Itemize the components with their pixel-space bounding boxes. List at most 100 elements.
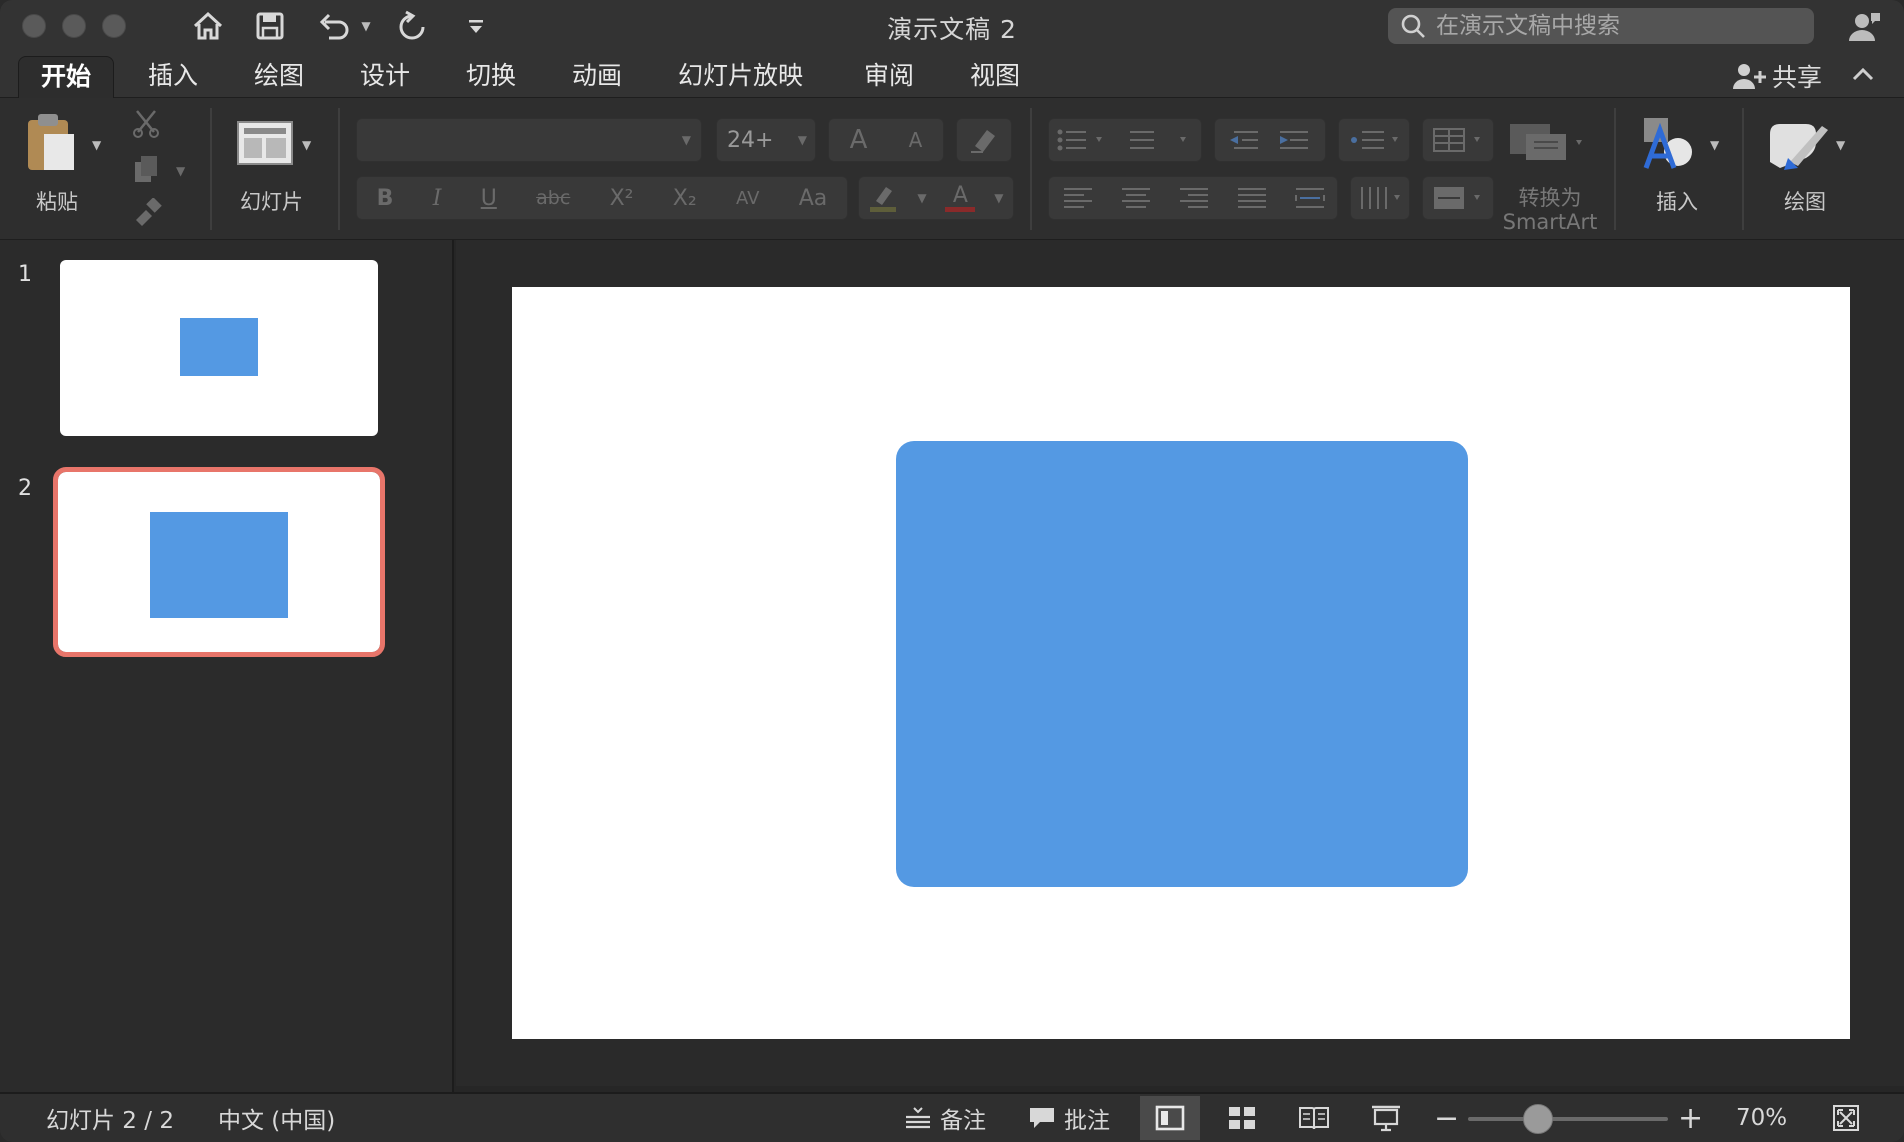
ribbon-separator xyxy=(338,108,340,230)
zoom-slider[interactable] xyxy=(1468,1117,1668,1121)
line-spacing-icon[interactable] xyxy=(1338,118,1410,162)
underline-button[interactable]: U xyxy=(481,186,497,211)
zoom-out-button[interactable]: − xyxy=(1434,1094,1459,1142)
collapse-ribbon-chevron-icon[interactable] xyxy=(1848,56,1878,92)
cut-icon[interactable] xyxy=(132,108,160,142)
format-painter-icon[interactable] xyxy=(132,197,162,230)
close-window-button[interactable] xyxy=(22,14,46,38)
copy-icon[interactable] xyxy=(132,154,160,188)
copy-dropdown-chevron-icon[interactable]: ▼ xyxy=(176,164,185,178)
search-box[interactable] xyxy=(1388,8,1814,44)
highlight-icon[interactable] xyxy=(868,183,898,213)
fit-to-window-icon[interactable] xyxy=(1816,1096,1876,1140)
ribbon-separator xyxy=(1030,108,1032,230)
change-case-button[interactable]: Aa xyxy=(799,186,828,211)
font-size-dropdown-chevron-icon[interactable]: ▼ xyxy=(798,133,807,147)
shapes-icon xyxy=(1643,118,1692,169)
slide-label: 幻灯片 xyxy=(240,190,303,214)
paste-label: 粘贴 xyxy=(36,190,78,214)
undo-dropdown-chevron-icon[interactable]: ▼ xyxy=(356,8,376,44)
slide-counter: 幻灯片 2 / 2 xyxy=(46,1108,174,1134)
superscript-button[interactable]: X² xyxy=(610,186,634,211)
clear-formatting-icon[interactable] xyxy=(956,118,1012,162)
insert-dropdown-chevron-icon[interactable]: ▼ xyxy=(1710,138,1719,152)
font-size-value: 24+ xyxy=(727,127,774,153)
align-center-icon xyxy=(1122,188,1150,208)
zoom-window-button[interactable] xyxy=(102,14,126,38)
draw-button[interactable] xyxy=(1766,118,1830,174)
character-spacing-button[interactable]: AV xyxy=(736,188,759,209)
zoom-in-button[interactable]: + xyxy=(1678,1094,1703,1142)
tab-view[interactable]: 视图 xyxy=(948,56,1042,98)
normal-view-icon[interactable] xyxy=(1140,1096,1200,1140)
insert-shapes-button[interactable] xyxy=(1640,116,1702,174)
ribbon-separator xyxy=(1742,108,1744,230)
reading-view-icon[interactable] xyxy=(1284,1096,1344,1140)
slide-canvas[interactable] xyxy=(512,287,1850,1039)
columns-icon[interactable] xyxy=(1422,118,1494,162)
italic-button[interactable]: I xyxy=(433,186,442,211)
share-button[interactable]: 共享 xyxy=(1732,58,1822,94)
insert-label: 插入 xyxy=(1656,190,1698,214)
thumbnail-shape xyxy=(180,318,258,376)
account-icon[interactable] xyxy=(1844,8,1884,44)
comment-icon xyxy=(1028,1106,1056,1130)
font-name-field[interactable]: ▼ xyxy=(356,118,702,162)
ribbon-home: ▼ 粘贴 ▼ ▼ 幻灯片 ▼ 24+ ▼ A A B I U abc X² X₂… xyxy=(0,98,1904,240)
tab-transitions[interactable]: 切换 xyxy=(444,56,538,98)
language-indicator[interactable]: 中文 (中国) xyxy=(218,1094,335,1142)
tab-design[interactable]: 设计 xyxy=(338,56,432,98)
ribbon-separator xyxy=(1614,108,1616,230)
bold-button[interactable]: B xyxy=(377,186,394,211)
brush-icon xyxy=(1770,124,1828,170)
search-input[interactable] xyxy=(1436,13,1796,39)
font-color-button[interactable]: A xyxy=(945,184,976,212)
tab-animations[interactable]: 动画 xyxy=(550,56,644,98)
tab-draw[interactable]: 绘图 xyxy=(232,56,326,98)
clipboard-icon xyxy=(28,114,74,170)
redo-icon[interactable] xyxy=(392,8,432,44)
new-slide-dropdown-chevron-icon[interactable]: ▼ xyxy=(302,138,311,152)
slide-thumbnail-2[interactable] xyxy=(53,467,385,657)
zoom-slider-thumb[interactable] xyxy=(1523,1104,1553,1134)
tab-review[interactable]: 审阅 xyxy=(842,56,936,98)
draw-dropdown-chevron-icon[interactable]: ▼ xyxy=(1836,138,1845,152)
distribute-icon xyxy=(1295,188,1325,208)
new-slide-button[interactable] xyxy=(236,120,294,170)
highlight-dropdown-chevron-icon[interactable]: ▼ xyxy=(917,191,926,205)
customize-toolbar-icon[interactable] xyxy=(462,8,490,44)
home-icon[interactable] xyxy=(188,8,228,44)
undo-icon[interactable] xyxy=(314,8,354,44)
notes-icon xyxy=(904,1106,932,1130)
minimize-window-button[interactable] xyxy=(62,14,86,38)
smartart-icon[interactable] xyxy=(1506,118,1586,168)
ribbon-tab-bar: 开始 插入 绘图 设计 切换 动画 幻灯片放映 审阅 视图 共享 xyxy=(0,52,1904,98)
slide-editor xyxy=(456,240,1904,1086)
decrease-indent-icon xyxy=(1230,131,1258,149)
smartart-label-line2: SmartArt xyxy=(1502,210,1598,234)
paste-button[interactable] xyxy=(24,112,80,178)
slideshow-view-icon[interactable] xyxy=(1356,1096,1416,1140)
notes-button[interactable]: 备注 xyxy=(904,1094,986,1142)
rounded-rectangle-shape[interactable] xyxy=(896,441,1468,887)
font-grow-shrink-group: A A xyxy=(828,118,944,162)
grow-font-button[interactable]: A xyxy=(850,125,868,155)
slide-sorter-view-icon[interactable] xyxy=(1212,1096,1272,1140)
paste-dropdown-chevron-icon[interactable]: ▼ xyxy=(92,138,101,152)
subscript-button[interactable]: X₂ xyxy=(673,186,697,211)
tab-home[interactable]: 开始 xyxy=(18,56,115,98)
font-color-dropdown-chevron-icon[interactable]: ▼ xyxy=(994,191,1003,205)
bullets-numbering-group xyxy=(1048,118,1202,162)
zoom-level[interactable]: 70% xyxy=(1736,1094,1787,1142)
save-icon[interactable] xyxy=(250,8,290,44)
font-name-dropdown-chevron-icon[interactable]: ▼ xyxy=(682,133,691,147)
align-text-icon[interactable] xyxy=(1422,176,1494,220)
tab-slideshow[interactable]: 幻灯片放映 xyxy=(656,56,825,98)
tab-insert[interactable]: 插入 xyxy=(126,56,220,98)
text-direction-icon[interactable] xyxy=(1350,176,1410,220)
comments-button[interactable]: 批注 xyxy=(1028,1094,1110,1142)
font-size-field[interactable]: 24+ ▼ xyxy=(716,118,816,162)
strikethrough-button[interactable]: abc xyxy=(536,187,570,209)
slide-thumbnail-1[interactable] xyxy=(60,260,378,436)
shrink-font-button[interactable]: A xyxy=(909,128,923,152)
